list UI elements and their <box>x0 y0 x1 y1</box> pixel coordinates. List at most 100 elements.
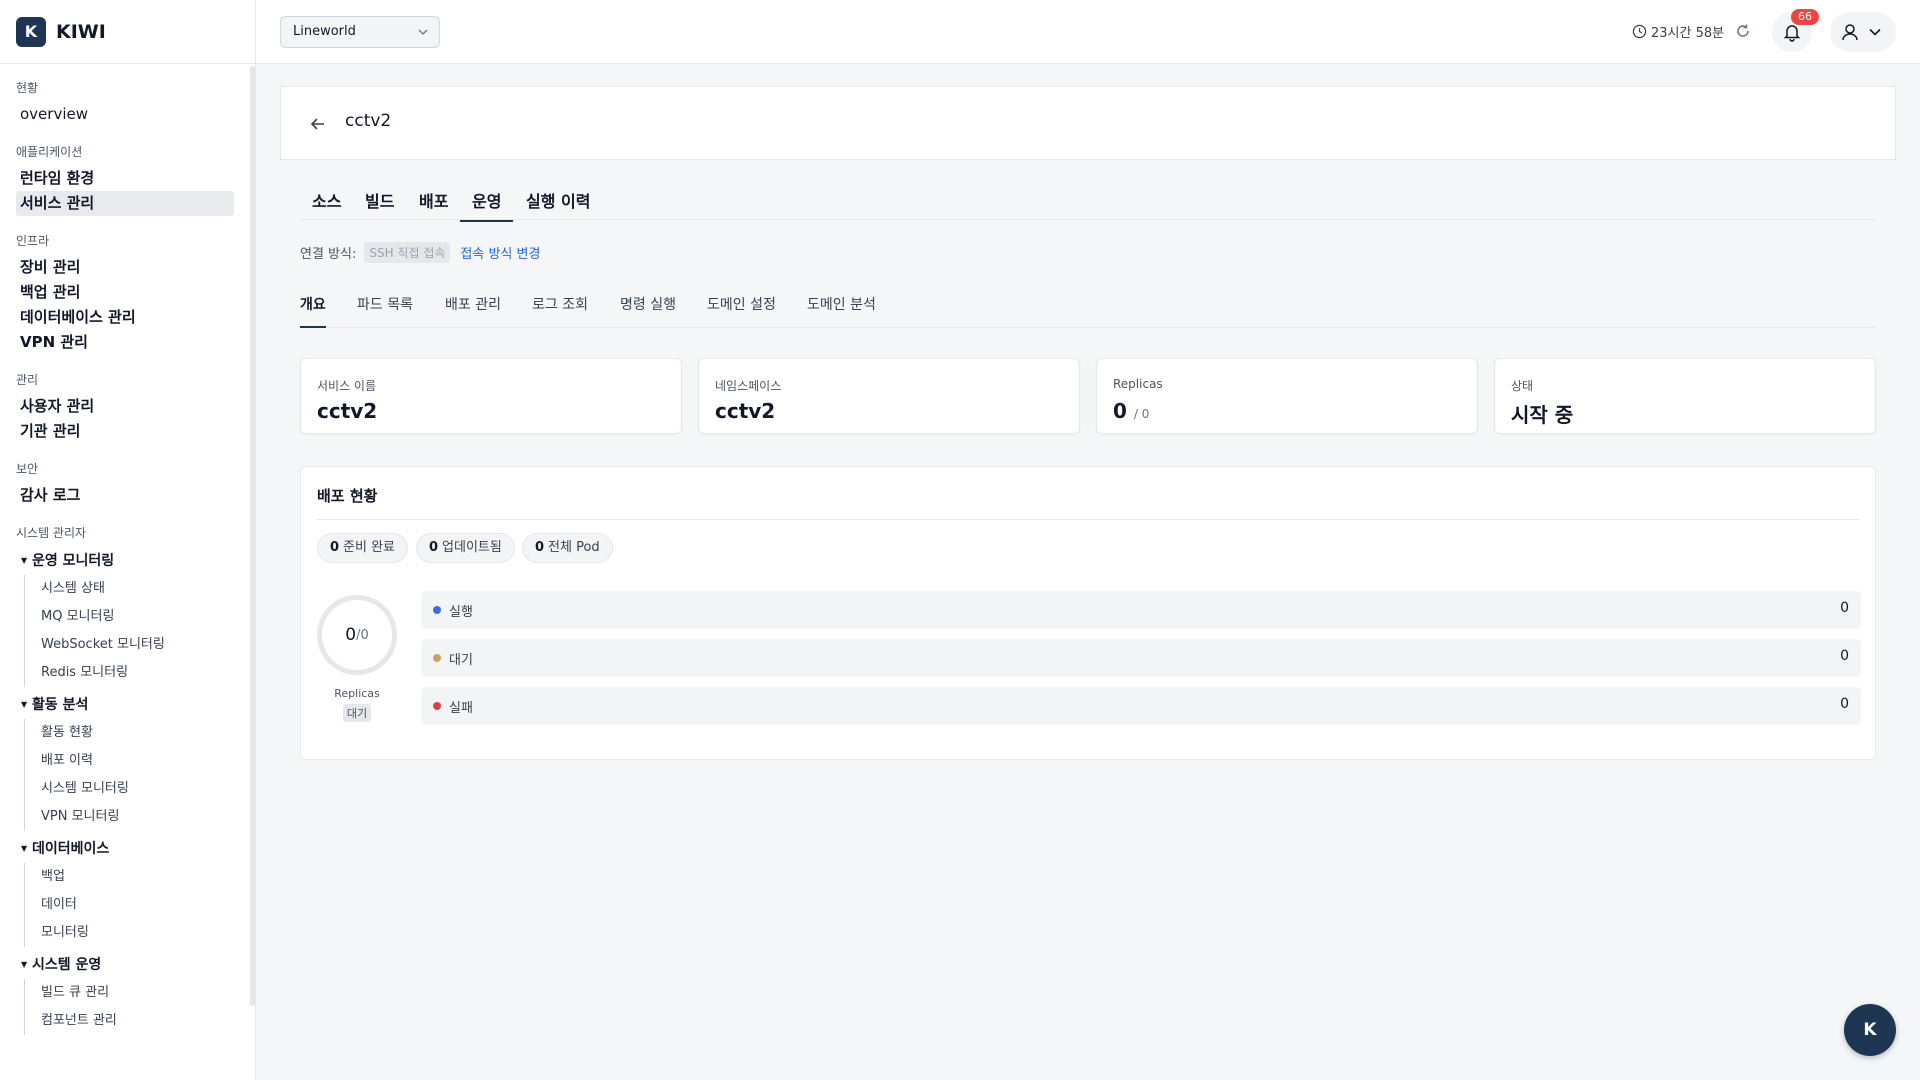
bell-icon <box>1783 25 1801 42</box>
chip-label: 전체 Pod <box>548 540 600 555</box>
sidebar-subitem[interactable]: 활동 현황 <box>25 719 250 747</box>
sidebar-subitem[interactable]: WebSocket 모니터링 <box>25 631 250 659</box>
tab-overview[interactable]: 개요 <box>300 294 326 328</box>
stat-value: cctv2 <box>317 399 378 423</box>
sidebar-item-service-management[interactable]: 서비스 관리 <box>16 191 234 216</box>
stat-label: 서비스 이름 <box>317 379 377 393</box>
group-system-ops[interactable]: ▼ 시스템 운영 <box>0 951 250 979</box>
ring-status-tag: 대기 <box>342 704 372 722</box>
stat-card-service-name: 서비스 이름 cctv2 <box>300 358 682 434</box>
sidebar-subitem[interactable]: 시스템 모니터링 <box>25 775 250 803</box>
status-label: 실행 <box>449 605 473 620</box>
stat-card-namespace: 네임스페이스 cctv2 <box>698 358 1080 434</box>
chip-count: 0 <box>429 540 439 555</box>
status-dot <box>433 702 441 710</box>
status-row-pending: 대기 0 <box>421 639 1861 677</box>
tab-operations[interactable]: 운영 <box>460 188 514 222</box>
section-label-application: 애플리케이션 <box>16 145 83 159</box>
stat-value: 시작 중 <box>1511 403 1574 427</box>
tab-source[interactable]: 소스 <box>312 188 341 220</box>
ring-value: 0 <box>345 625 357 645</box>
sidebar-subitem[interactable]: 시스템 상태 <box>25 575 250 603</box>
logo-icon: K <box>16 16 46 47</box>
sidebar-item-audit-log[interactable]: 감사 로그 <box>16 483 234 508</box>
deploy-title: 배포 현황 <box>317 487 378 505</box>
section-label-security: 보안 <box>16 462 39 476</box>
sidebar-item-organizations[interactable]: 기관 관리 <box>16 419 234 444</box>
clock-icon <box>1632 24 1647 39</box>
sidebar-scrollbar[interactable] <box>250 66 255 1006</box>
stat-value: 0 <box>1113 399 1127 423</box>
user-menu-button[interactable] <box>1830 12 1896 52</box>
sidebar-subitem[interactable]: VPN 모니터링 <box>25 803 250 831</box>
group-label: 시스템 운영 <box>32 957 102 973</box>
tab-pod-list[interactable]: 파드 목록 <box>357 294 413 326</box>
sidebar-subitem[interactable]: Redis 모니터링 <box>25 659 250 687</box>
sidebar-subitem[interactable]: 백업 <box>25 863 250 891</box>
sidebar-subitem[interactable]: MQ 모니터링 <box>25 603 250 631</box>
replicas-ring: 0 /0 Replicas 대기 <box>317 595 397 722</box>
chip-count: 0 <box>535 540 545 555</box>
sidebar-subitem[interactable]: 데이터 <box>25 891 250 919</box>
tab-execution-history[interactable]: 실행 이력 <box>526 188 590 220</box>
group-activity-analysis[interactable]: ▼ 활동 분석 <box>0 691 250 719</box>
notification-badge: 66 <box>1791 9 1819 25</box>
connection-row: 연결 방식: SSH 직접 접속 접속 방식 변경 <box>300 242 540 263</box>
refresh-icon[interactable] <box>1734 22 1752 40</box>
sidebar-item-database[interactable]: 데이터베이스 관리 <box>16 305 234 330</box>
group-database[interactable]: ▼ 데이터베이스 <box>0 835 250 863</box>
group-label: 데이터베이스 <box>32 841 110 857</box>
group-label: 운영 모니터링 <box>32 553 115 569</box>
chip-ready: 0 준비 완료 <box>317 533 409 563</box>
sidebar-item-vpn[interactable]: VPN 관리 <box>16 330 234 355</box>
page-header: cctv2 <box>280 86 1896 160</box>
sub-tabs: 개요 파드 목록 배포 관리 로그 조회 명령 실행 도메인 설정 도메인 분석 <box>300 290 1876 328</box>
project-select-value: Lineworld <box>293 24 356 39</box>
stat-card-status: 상태 시작 중 <box>1494 358 1876 434</box>
project-select[interactable]: Lineworld <box>280 16 440 48</box>
divider <box>317 519 1859 520</box>
sidebar-subitem[interactable]: 컴포넌트 관리 <box>25 1007 250 1035</box>
sidebar-item-backup[interactable]: 백업 관리 <box>16 280 234 305</box>
group-items: 백업 데이터 모니터링 <box>24 863 250 947</box>
back-arrow-icon[interactable] <box>309 115 327 133</box>
user-icon <box>1842 24 1858 41</box>
sidebar: K KIWI 현황 overview 애플리케이션 런타임 환경 서비스 관리 … <box>0 0 256 1080</box>
sidebar-item-users[interactable]: 사용자 관리 <box>16 394 234 419</box>
sidebar-subitem[interactable]: 빌드 큐 관리 <box>25 979 250 1007</box>
tab-deploy-management[interactable]: 배포 관리 <box>445 294 501 326</box>
tab-domain-settings[interactable]: 도메인 설정 <box>707 294 776 326</box>
caret-down-icon: ▼ <box>21 556 28 565</box>
chip-updated: 0 업데이트됨 <box>416 533 515 563</box>
status-row-running: 실행 0 <box>421 591 1861 629</box>
assistant-fab-button[interactable]: K <box>1844 1004 1896 1056</box>
section-label-system-admin: 시스템 관리자 <box>16 526 87 540</box>
section-label-infra: 인프라 <box>16 234 50 248</box>
stat-value: cctv2 <box>715 399 776 423</box>
chip-count: 0 <box>330 540 340 555</box>
tab-log-view[interactable]: 로그 조회 <box>532 294 588 326</box>
sidebar-subitem[interactable]: 배포 이력 <box>25 747 250 775</box>
sidebar-subitem[interactable]: 모니터링 <box>25 919 250 947</box>
sidebar-item-equipment[interactable]: 장비 관리 <box>16 255 234 280</box>
ring-label: Replicas <box>334 687 380 700</box>
tab-command-exec[interactable]: 명령 실행 <box>620 294 676 326</box>
stat-label: Replicas <box>1113 377 1163 391</box>
status-count: 0 <box>1840 696 1849 712</box>
status-count: 0 <box>1840 600 1849 616</box>
page-title: cctv2 <box>345 111 392 131</box>
tab-build[interactable]: 빌드 <box>365 188 394 220</box>
brand[interactable]: K KIWI <box>0 0 255 64</box>
tab-deploy[interactable]: 배포 <box>419 188 448 220</box>
status-count: 0 <box>1840 648 1849 664</box>
brand-name: KIWI <box>56 20 106 43</box>
caret-down-icon: ▼ <box>21 700 28 709</box>
connection-type-badge: SSH 직접 접속 <box>364 242 451 263</box>
group-ops-monitoring[interactable]: ▼ 운영 모니터링 <box>0 547 250 575</box>
tab-domain-analysis[interactable]: 도메인 분석 <box>807 294 876 326</box>
stat-value-wrapper: 0 / 0 <box>1113 399 1149 423</box>
sidebar-item-runtime[interactable]: 런타임 환경 <box>16 166 234 191</box>
section-label-admin: 관리 <box>16 373 39 387</box>
change-connection-link[interactable]: 접속 방식 변경 <box>460 243 540 262</box>
sidebar-item-overview[interactable]: overview <box>16 102 234 127</box>
